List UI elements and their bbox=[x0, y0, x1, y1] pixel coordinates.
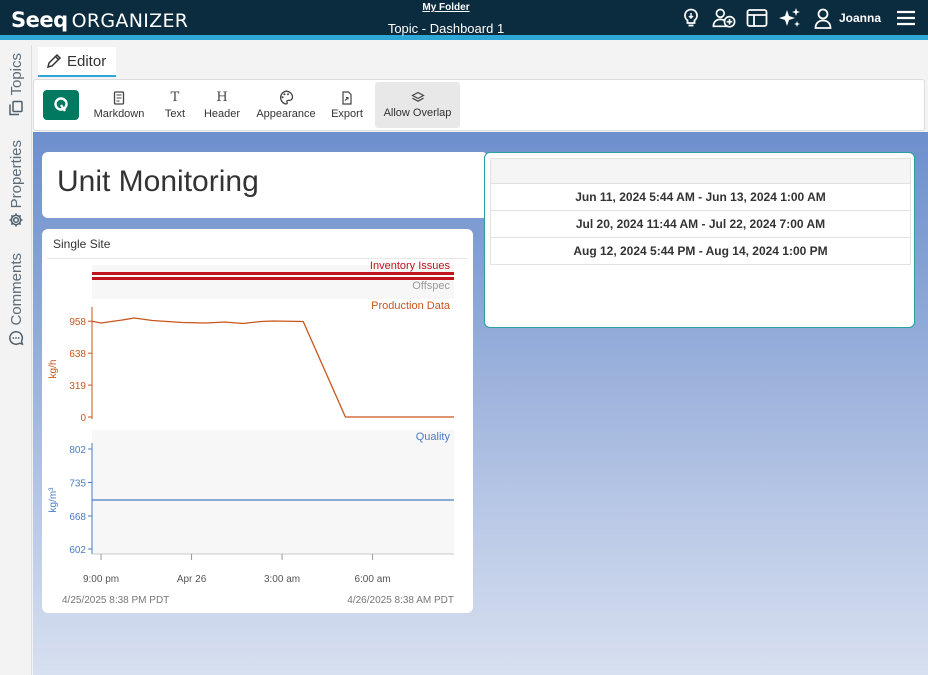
comment-icon bbox=[9, 330, 24, 345]
header-label: Header bbox=[203, 107, 241, 120]
seeq-q-icon bbox=[54, 97, 68, 112]
table-row[interactable]: Jul 20, 2024 11:44 AM - Jul 22, 2024 7:0… bbox=[490, 211, 911, 238]
y-tick-label: 958 bbox=[69, 317, 86, 328]
text-button[interactable]: T Text bbox=[159, 82, 191, 128]
header-icon: H bbox=[216, 89, 228, 105]
rail-properties[interactable]: Properties bbox=[0, 140, 32, 228]
y-axis-unit: kg/h bbox=[48, 360, 59, 379]
appearance-button[interactable]: Appearance bbox=[253, 82, 319, 128]
allow-overlap-label: Allow Overlap bbox=[383, 107, 452, 119]
documents-icon bbox=[9, 100, 23, 115]
markdown-icon bbox=[113, 90, 125, 105]
chart-start-time: 4/25/2025 8:38 PM PDT bbox=[62, 595, 169, 606]
user-name[interactable]: Joanna bbox=[839, 11, 881, 25]
y-tick-label: 602 bbox=[69, 545, 86, 556]
allow-overlap-button[interactable]: Allow Overlap bbox=[375, 82, 460, 128]
series-label: Production Data bbox=[371, 300, 451, 312]
menu-icon[interactable] bbox=[894, 6, 918, 30]
condition-table-header bbox=[490, 158, 911, 184]
markdown-label: Markdown bbox=[93, 107, 145, 120]
gear-icon bbox=[9, 213, 23, 227]
series-label: Quality bbox=[416, 431, 451, 443]
trend-chart-card[interactable]: Single Site Inventory Issues Offspec 0 319 6… bbox=[42, 229, 473, 613]
export-icon bbox=[342, 90, 352, 105]
text-icon: T bbox=[170, 89, 180, 105]
rail-comments[interactable]: Comments bbox=[0, 253, 32, 346]
markdown-button[interactable]: Markdown bbox=[89, 82, 149, 128]
table-row[interactable]: Aug 12, 2024 5:44 PM - Aug 14, 2024 1:00… bbox=[490, 238, 911, 265]
condition-label: Offspec bbox=[412, 280, 450, 292]
x-tick-label: 9:00 pm bbox=[83, 574, 119, 585]
appearance-label: Appearance bbox=[256, 108, 316, 120]
series-line bbox=[91, 317, 454, 418]
x-tick-label: Apr 26 bbox=[177, 574, 207, 585]
text-label: Text bbox=[164, 107, 186, 120]
editor-toolbar: Markdown T Text H Header Appearance Expo… bbox=[33, 79, 925, 131]
trend-chart[interactable]: Inventory Issues Offspec 0 319 638 958 kg/h Pro… bbox=[42, 229, 473, 613]
condition-table: Jun 11, 2024 5:44 AM - Jun 13, 2024 1:00… bbox=[490, 158, 911, 265]
lightbulb-icon[interactable] bbox=[679, 6, 703, 30]
export-button[interactable]: Export bbox=[327, 82, 367, 128]
seeq-logo-button[interactable] bbox=[43, 90, 79, 120]
layout-icon[interactable] bbox=[745, 6, 769, 30]
condition-bar-inventory bbox=[92, 272, 454, 275]
layers-icon bbox=[410, 91, 425, 102]
table-row[interactable]: Jun 11, 2024 5:44 AM - Jun 13, 2024 1:00… bbox=[490, 184, 911, 211]
export-label: Export bbox=[331, 107, 363, 120]
x-tick-label: 3:00 am bbox=[264, 574, 300, 585]
tab-editor[interactable]: Editor bbox=[38, 47, 116, 77]
title-card[interactable]: Unit Monitoring bbox=[42, 152, 488, 218]
palette-icon bbox=[280, 90, 294, 105]
quality-lane-bg bbox=[92, 430, 454, 554]
dashboard-title: Unit Monitoring bbox=[57, 165, 259, 198]
y-tick-label: 319 bbox=[69, 381, 86, 392]
add-user-icon[interactable] bbox=[712, 6, 736, 30]
chart-end-time: 4/26/2025 8:38 AM PDT bbox=[347, 595, 454, 606]
y-tick-label: 668 bbox=[69, 512, 86, 523]
y-tick-label: 735 bbox=[69, 479, 86, 490]
condition-table-card[interactable]: Jun 11, 2024 5:44 AM - Jun 13, 2024 1:00… bbox=[484, 152, 915, 328]
user-icon[interactable] bbox=[811, 6, 835, 30]
tab-editor-label: Editor bbox=[67, 52, 107, 70]
header-button[interactable]: H Header bbox=[201, 82, 243, 128]
rail-topics[interactable]: Topics bbox=[0, 53, 32, 116]
rail-topics-label: Topics bbox=[7, 53, 25, 96]
left-rail: Topics Properties Comments bbox=[0, 45, 32, 675]
y-tick-label: 0 bbox=[80, 413, 86, 424]
y-tick-label: 638 bbox=[69, 349, 86, 360]
sparkle-icon[interactable] bbox=[778, 6, 802, 30]
condition-label: Inventory Issues bbox=[370, 260, 451, 272]
y-axis-unit: kg/m³ bbox=[48, 487, 59, 513]
condition-bar-inventory bbox=[92, 277, 454, 280]
pencil-icon bbox=[46, 53, 62, 69]
y-tick-label: 802 bbox=[69, 445, 86, 456]
rail-comments-label: Comments bbox=[7, 253, 25, 326]
top-bar: Seeq ORGANIZER My Folder Topic - Dashboar… bbox=[0, 0, 928, 40]
rail-properties-label: Properties bbox=[7, 140, 25, 209]
x-tick-label: 6:00 am bbox=[354, 574, 390, 585]
